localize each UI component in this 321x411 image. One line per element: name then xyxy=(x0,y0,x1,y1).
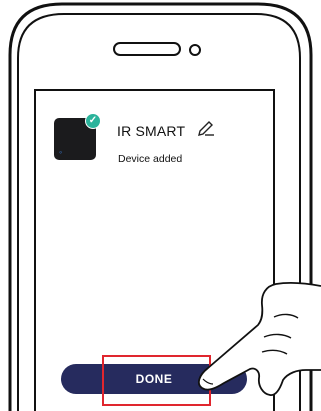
speaker-slot xyxy=(113,42,181,56)
check-icon: ✓ xyxy=(85,113,101,129)
pencil-icon[interactable] xyxy=(196,118,216,138)
phone-frame xyxy=(8,2,313,411)
device-name: IR SMART xyxy=(117,123,186,139)
front-camera xyxy=(189,44,201,56)
wifi-icon: ◦ xyxy=(59,147,63,157)
device-status: Device added xyxy=(118,153,183,165)
highlight-box xyxy=(102,355,211,406)
